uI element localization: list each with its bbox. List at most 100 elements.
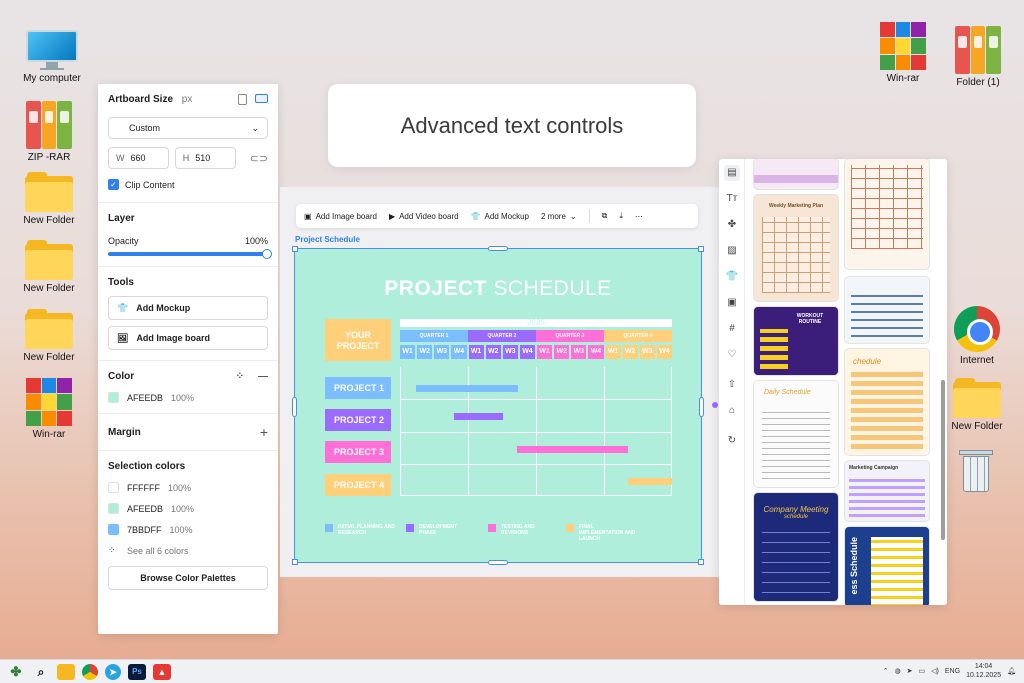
landscape-icon[interactable] bbox=[255, 94, 268, 103]
templates-icon[interactable]: ▤ bbox=[724, 165, 740, 181]
templates-scrollbar[interactable] bbox=[941, 380, 945, 540]
selection-color-row[interactable]: AFEEDB 100% bbox=[108, 503, 268, 514]
legend-item: TESTING AND REVISIONS bbox=[488, 524, 550, 536]
browse-color-palettes-button[interactable]: Browse Color Palettes bbox=[108, 566, 268, 590]
add-mockup-button[interactable]: 👕 Add Mockup bbox=[108, 296, 268, 320]
desktop-icon-new-folder-1[interactable]: New Folder bbox=[14, 172, 84, 226]
template-business-schedule[interactable]: ess Schedule bbox=[845, 527, 929, 605]
desktop-icon-folder-1[interactable]: Folder (1) bbox=[943, 26, 1013, 88]
desktop-icon-new-folder-2[interactable]: New Folder bbox=[14, 240, 84, 294]
language-indicator[interactable]: ENG bbox=[945, 668, 960, 675]
selection-color-row[interactable]: 7BBDFF 100% bbox=[108, 524, 268, 535]
desktop-icon-internet[interactable]: Internet bbox=[942, 306, 1012, 366]
clock[interactable]: 14:04 10.12.2025 bbox=[966, 662, 1001, 680]
chevron-down-icon: ⌄ bbox=[251, 122, 259, 133]
battery-icon[interactable]: ▭ bbox=[919, 667, 926, 675]
volume-icon[interactable]: ◁) bbox=[931, 667, 939, 675]
title-bold: PROJECT bbox=[384, 277, 487, 300]
template-thumb[interactable] bbox=[845, 159, 929, 269]
text-icon[interactable]: Tт bbox=[724, 191, 740, 207]
winrar-icon bbox=[26, 378, 72, 426]
more-tools-dropdown[interactable]: 2 more ⌄ bbox=[541, 212, 577, 221]
desktop-icon-new-folder-right[interactable]: New Folder bbox=[942, 378, 1012, 432]
elements-icon[interactable]: ✤ bbox=[724, 217, 740, 233]
chevron-up-icon[interactable]: ⌃ bbox=[883, 667, 889, 675]
refresh-icon[interactable]: ↻ bbox=[724, 433, 740, 449]
fill-swatch[interactable] bbox=[108, 392, 119, 403]
width-field[interactable]: W 660 bbox=[108, 147, 169, 169]
height-field[interactable]: H 510 bbox=[174, 147, 236, 169]
template-company-meeting[interactable]: Company Meeting schedule bbox=[754, 493, 838, 601]
week-cell: W3 bbox=[639, 345, 655, 359]
artboard-size-select[interactable]: Custom ⌄ bbox=[108, 117, 268, 139]
telegram-icon[interactable]: ➤ bbox=[105, 663, 121, 680]
desktop-icon-new-folder-3[interactable]: New Folder bbox=[14, 309, 84, 363]
template-weekly-marketing-plan[interactable]: Weekly Marketing Plan bbox=[754, 195, 838, 301]
start-icon[interactable]: ✤ bbox=[7, 664, 25, 680]
selection-swatch[interactable] bbox=[108, 503, 119, 514]
desktop-icon-label: New Folder bbox=[23, 352, 75, 363]
plus-icon[interactable]: + bbox=[260, 424, 268, 440]
selection-swatch[interactable] bbox=[108, 524, 119, 535]
desktop-icon-label: Win-rar bbox=[32, 429, 66, 440]
desktop-icon-recycle-bin[interactable] bbox=[941, 448, 1011, 495]
clip-content-checkbox[interactable]: ✓ bbox=[108, 179, 119, 190]
artboard-label[interactable]: Project Schedule bbox=[295, 235, 360, 244]
folder-icon bbox=[25, 240, 73, 280]
resize-handle[interactable] bbox=[699, 397, 704, 417]
resize-handle[interactable] bbox=[698, 246, 704, 252]
template-thumb[interactable] bbox=[845, 277, 929, 343]
selection-color-row[interactable]: FFFFFF 100% bbox=[108, 482, 268, 493]
download-icon[interactable]: ⤓ bbox=[619, 211, 623, 221]
upload-icon[interactable]: ⇧ bbox=[724, 377, 740, 393]
add-video-board-tool[interactable]: ▶ Add Video board bbox=[389, 212, 459, 221]
template-schedule[interactable]: chedule bbox=[845, 349, 929, 455]
images-icon[interactable]: ▨ bbox=[724, 243, 740, 259]
template-workout-routine[interactable]: WORKOUT ROUTINE bbox=[754, 307, 838, 375]
notification-bell-icon[interactable]: 🔔︎ bbox=[1007, 667, 1016, 675]
more-options-icon[interactable]: ⋯ bbox=[635, 212, 643, 221]
link-icon[interactable]: ⊂⊃ bbox=[250, 152, 268, 165]
resize-handle[interactable] bbox=[292, 559, 298, 565]
network-icon[interactable]: ◍ bbox=[895, 667, 901, 675]
fill-color-row[interactable]: AFEEDB 100% bbox=[108, 392, 268, 403]
opacity-slider[interactable] bbox=[108, 249, 272, 259]
see-all-colors-link[interactable]: ⁘ See all 6 colors bbox=[108, 545, 268, 556]
add-image-board-button[interactable]: 🖼 Add Image board bbox=[108, 326, 268, 350]
add-mockup-tool[interactable]: 👕 Add Mockup bbox=[471, 212, 529, 221]
resize-handle[interactable] bbox=[488, 560, 508, 565]
telegram-tray-icon[interactable]: ➤ bbox=[907, 667, 913, 675]
desktop-icon-my-computer[interactable]: My computer bbox=[17, 30, 87, 84]
resize-handle[interactable] bbox=[292, 246, 298, 252]
chrome-icon[interactable] bbox=[82, 663, 98, 680]
add-image-board-tool[interactable]: ▣ Add Image board bbox=[304, 212, 377, 221]
app-icon[interactable]: ▲ bbox=[153, 663, 171, 680]
grid-line bbox=[400, 432, 672, 433]
resize-handle[interactable] bbox=[488, 246, 508, 251]
template-thumb[interactable] bbox=[754, 159, 838, 189]
thumb-rows bbox=[849, 475, 925, 517]
minus-icon[interactable]: — bbox=[258, 371, 268, 382]
slider-knob[interactable] bbox=[262, 249, 272, 259]
grid-icon[interactable]: # bbox=[724, 321, 740, 337]
photo-icon[interactable]: ▣ bbox=[724, 295, 740, 311]
project-schedule-artboard[interactable]: PROJECT SCHEDULE YOUR PROJECT 2025 QUART… bbox=[292, 246, 704, 565]
photoshop-icon[interactable]: Ps bbox=[128, 663, 146, 680]
duplicate-icon[interactable]: ⧉ bbox=[602, 211, 608, 221]
mockup-icon[interactable]: 👕 bbox=[724, 269, 740, 285]
desktop-icon-win-rar[interactable]: Win-rar bbox=[14, 378, 84, 440]
selection-swatch[interactable] bbox=[108, 482, 119, 493]
search-icon[interactable]: ⌕ bbox=[32, 664, 50, 680]
resize-handle[interactable] bbox=[292, 397, 297, 417]
heart-icon[interactable]: ♡ bbox=[724, 347, 740, 363]
template-marketing-campaign[interactable]: Marketing Campaign bbox=[845, 461, 929, 521]
resize-handle[interactable] bbox=[698, 559, 704, 565]
desktop-icon-win-rar-right[interactable]: Win-rar bbox=[868, 22, 938, 84]
template-daily-schedule[interactable]: Daily Schedule bbox=[754, 381, 838, 487]
desktop-icon-zip-rar[interactable]: ZIP -RAR bbox=[14, 101, 84, 163]
styles-grid-icon[interactable]: ⁘ bbox=[236, 371, 244, 382]
panel-toggle-dot[interactable] bbox=[712, 402, 718, 408]
file-explorer-icon[interactable] bbox=[57, 663, 75, 680]
portrait-icon[interactable] bbox=[238, 94, 247, 105]
toolbox-icon[interactable]: ⌂ bbox=[724, 403, 740, 419]
